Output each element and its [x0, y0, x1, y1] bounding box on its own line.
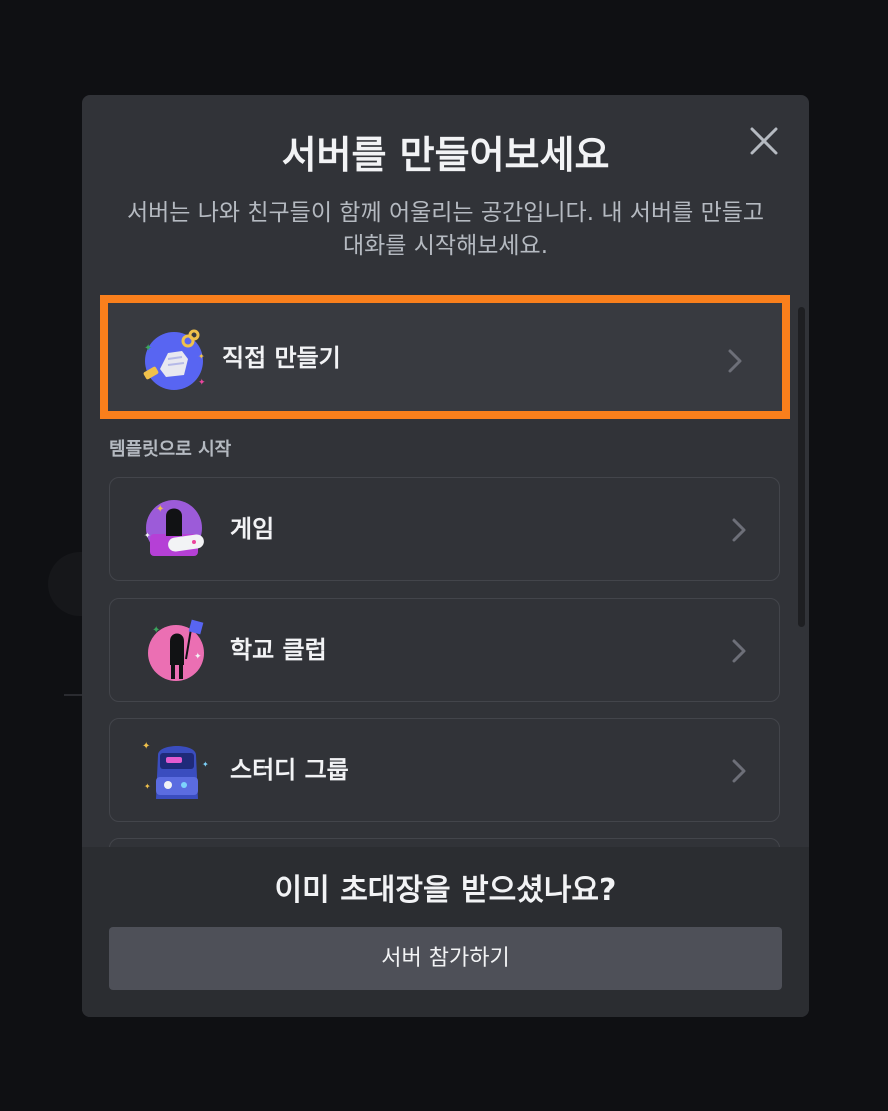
svg-text:✦: ✦: [198, 352, 205, 361]
svg-text:✦: ✦: [144, 531, 151, 540]
svg-text:✦: ✦: [156, 504, 164, 515]
svg-text:✦: ✦: [144, 343, 152, 354]
template-next-button[interactable]: [109, 838, 780, 847]
study-group-illustration-icon: ✦ ✦ ✦: [142, 739, 212, 803]
templates-section-label: 템플릿으로 시작: [109, 439, 232, 460]
svg-text:✦: ✦: [202, 760, 209, 769]
create-own-illustration-icon: ✦ ✦ ✦: [138, 329, 208, 393]
svg-text:✦: ✦: [144, 782, 151, 791]
create-own-button[interactable]: ✦ ✦ ✦ 직접 만들기: [100, 295, 790, 419]
school-club-illustration-icon: ✦ ✦: [142, 619, 212, 683]
create-own-label: 직접 만들기: [222, 344, 341, 372]
server-options-list[interactable]: ✦ ✦ ✦ 직접 만들기 템플릿으로 시작 ✦ ✦ 게임 ✦ ✦ 학교 클럽 ✦…: [82, 295, 809, 847]
chevron-right-icon: [726, 347, 744, 375]
gaming-illustration-icon: ✦ ✦: [142, 498, 212, 562]
svg-text:✦: ✦: [198, 378, 206, 388]
svg-text:✦: ✦: [194, 652, 202, 662]
svg-text:✦: ✦: [152, 625, 160, 636]
join-server-button[interactable]: 서버 참가하기: [109, 927, 782, 990]
chevron-right-icon: [730, 757, 748, 785]
footer-title: 이미 초대장을 받으셨나요?: [274, 873, 617, 908]
create-server-modal: 서버를 만들어보세요 서버는 나와 친구들이 함께 어울리는 공간입니다. 내 …: [82, 95, 809, 1017]
chevron-right-icon: [730, 516, 748, 544]
modal-title: 서버를 만들어보세요: [281, 133, 610, 177]
template-study-group-button[interactable]: ✦ ✦ ✦ 스터디 그룹: [109, 718, 780, 822]
template-study-group-label: 스터디 그룹: [230, 756, 349, 784]
template-school-club-button[interactable]: ✦ ✦ 학교 클럽: [109, 598, 780, 702]
modal-footer: 이미 초대장을 받으셨나요? 서버 참가하기: [82, 847, 809, 1017]
template-gaming-button[interactable]: ✦ ✦ 게임: [109, 477, 780, 581]
template-gaming-label: 게임: [230, 515, 275, 543]
modal-subtitle: 서버는 나와 친구들이 함께 어울리는 공간입니다. 내 서버를 만들고 대화를…: [126, 200, 765, 259]
scrollbar[interactable]: [798, 307, 805, 627]
chevron-right-icon: [730, 637, 748, 665]
template-school-club-label: 학교 클럽: [230, 636, 327, 664]
svg-text:✦: ✦: [142, 741, 150, 752]
